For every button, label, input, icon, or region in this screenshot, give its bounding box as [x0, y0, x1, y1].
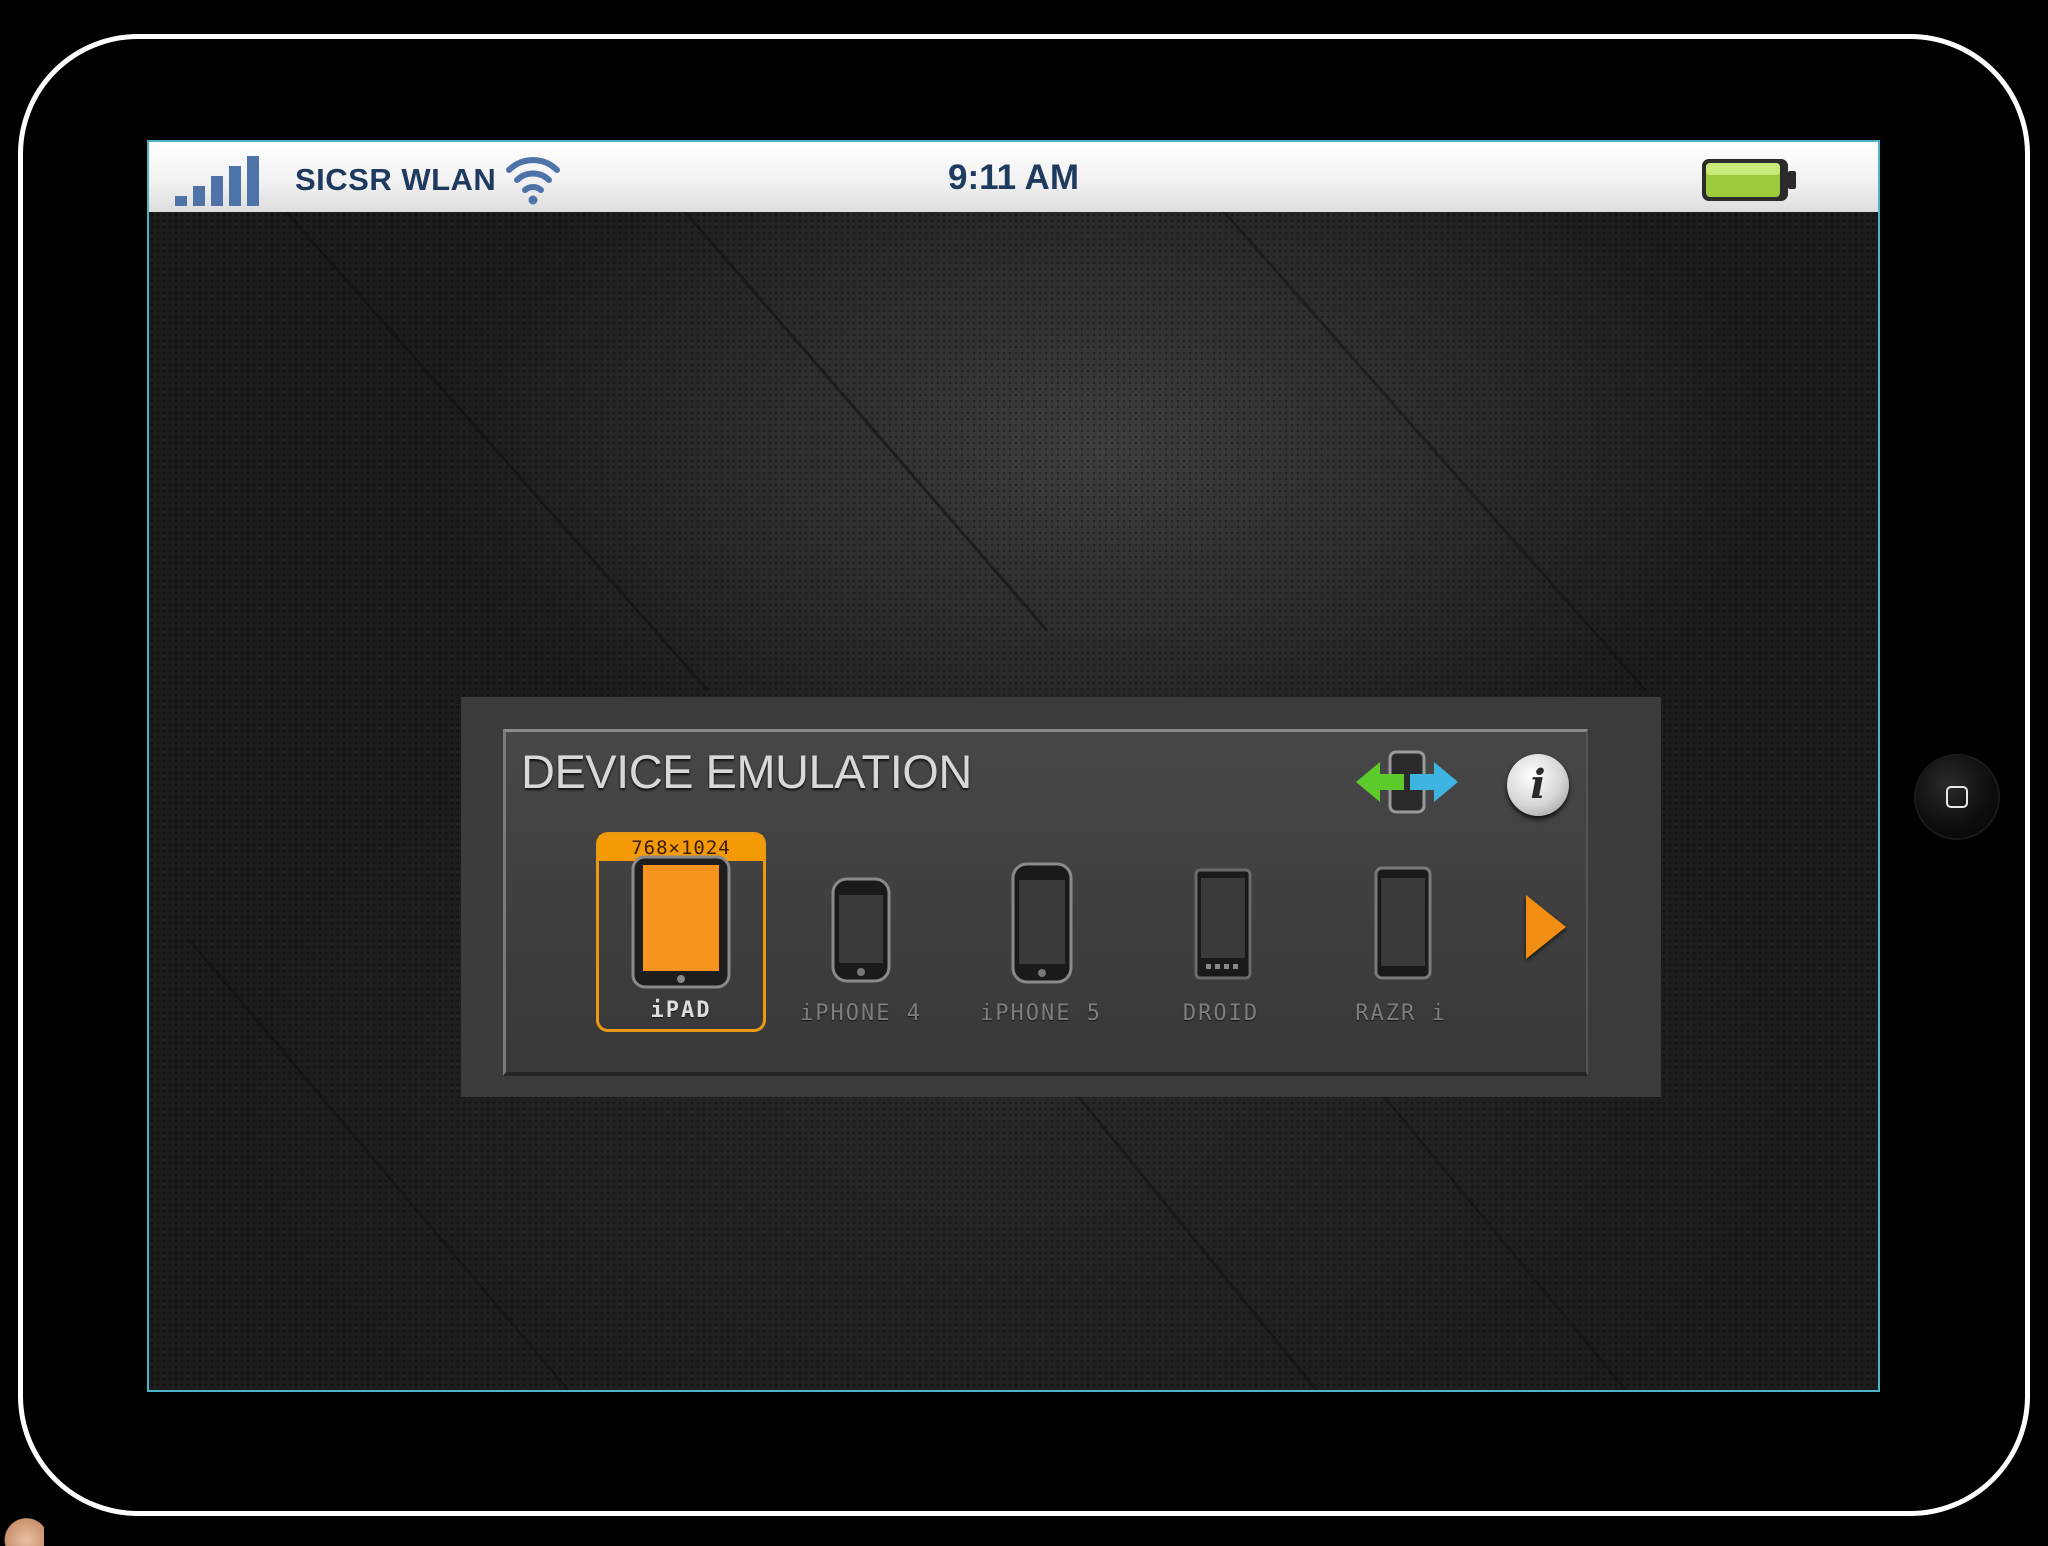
device-label: iPAD [650, 998, 712, 1023]
status-time: 9:11 AM [948, 158, 1079, 197]
device-razr-i[interactable]: RAZR i [1316, 832, 1486, 1032]
panel-title: DEVICE EMULATION [521, 745, 972, 798]
device-emulation-panel: DEVICE EMULATION i 768×1024 iPAD iPHONE … [461, 697, 1661, 1097]
status-bar: SICSR WLAN 9:11 AM [149, 142, 1878, 213]
device-emulation-inner: DEVICE EMULATION i 768×1024 iPAD iPHONE … [503, 729, 1588, 1076]
razr-i-icon [1374, 866, 1432, 980]
device-iphone-4[interactable]: iPHONE 4 [776, 832, 946, 1032]
device-label: DROID [1182, 1001, 1260, 1026]
device-label: iPHONE 5 [980, 1001, 1102, 1026]
next-arrow-icon[interactable] [1526, 895, 1566, 959]
device-ipad[interactable]: 768×1024 iPAD [596, 832, 766, 1032]
device-iphone-5[interactable]: iPHONE 5 [956, 832, 1126, 1032]
device-droid[interactable]: DROID [1136, 832, 1306, 1032]
droid-icon [1194, 868, 1252, 980]
iphone-5-icon [1011, 862, 1073, 984]
iphone-4-icon [831, 877, 891, 983]
device-label: iPHONE 4 [800, 1001, 922, 1026]
tablet-screen: SICSR WLAN 9:11 AM DEVICE EMULATION i 76… [147, 140, 1880, 1392]
home-button-icon [1946, 786, 1968, 808]
rotate-orientation-icon[interactable] [1354, 744, 1460, 820]
home-button[interactable] [1916, 756, 1998, 838]
pointer-finger [0, 1516, 44, 1546]
ipad-icon [631, 855, 731, 989]
battery-icon [1702, 159, 1796, 201]
app-background: DEVICE EMULATION i 768×1024 iPAD iPHONE … [149, 212, 1878, 1390]
device-label: RAZR i [1355, 1001, 1447, 1026]
info-icon[interactable]: i [1507, 754, 1569, 816]
